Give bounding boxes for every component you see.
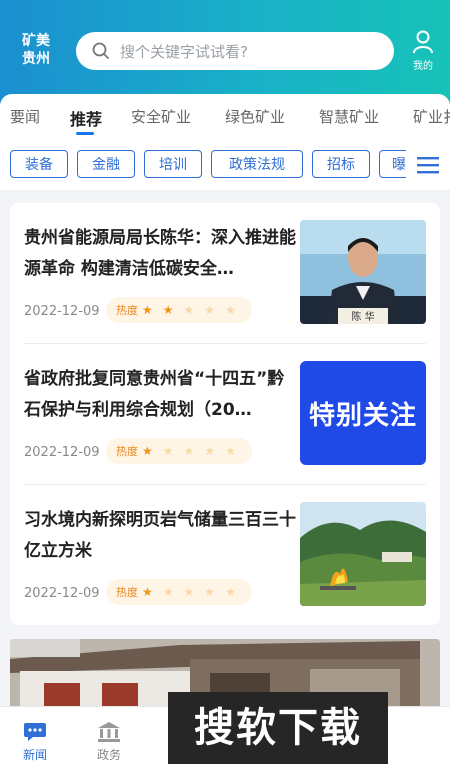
watermark-text: 搜软下载 <box>194 705 362 751</box>
user-icon <box>413 30 433 54</box>
heat-label: 热度 <box>116 304 138 317</box>
heat-label: 热度 <box>116 445 138 458</box>
news-title: 省政府批复同意贵州省“十四五”黔石保护与利用综合规划（20… <box>24 369 285 420</box>
star-icon: ★ <box>162 303 174 317</box>
government-building-icon <box>98 722 120 742</box>
star-icon: ★ <box>204 444 216 458</box>
topic-chips: 装备 金融 培训 政策法规 招标 曝 <box>0 140 450 190</box>
banner-text: 特别关注 <box>308 400 417 431</box>
nav-news-label: 新闻 <box>22 748 47 762</box>
star-icon: ★ <box>183 303 195 317</box>
tab-smart-mining[interactable]: 智慧矿业 <box>319 106 379 127</box>
app-header: 矿美 贵州 搜个关键字试试看? 我的 <box>0 0 450 104</box>
news-chat-icon <box>24 723 46 741</box>
star-icon: ★ <box>142 303 153 317</box>
app-logo[interactable]: 矿美 贵州 <box>14 32 58 68</box>
active-tab-indicator <box>76 132 94 135</box>
category-tabs: 要闻 推荐 安全矿业 绿色矿业 智慧矿业 矿业扌 <box>0 94 450 140</box>
chip-bidding[interactable]: 招标 <box>312 150 370 178</box>
heat-rating: 热度 ★ ★ ★ ★ ★ <box>106 579 252 605</box>
logo-line-2: 贵州 <box>22 51 50 67</box>
star-icon: ★ <box>183 444 195 458</box>
search-bar[interactable]: 搜个关键字试试看? <box>76 32 394 70</box>
heat-rating: 热度 ★ ★ ★ ★ ★ <box>106 438 252 464</box>
star-icon: ★ <box>183 585 195 599</box>
star-icon: ★ <box>162 585 174 599</box>
star-icon: ★ <box>225 444 236 458</box>
star-icon: ★ <box>225 303 236 317</box>
chip-training[interactable]: 培训 <box>144 150 202 178</box>
news-item[interactable]: 习水境内新探明页岩气储量三百三十亿立方米 2022-12-09 热度 ★ ★ ★ ★ ★ <box>10 485 440 625</box>
special-focus-banner: 特别关注 <box>300 361 426 465</box>
search-placeholder: 搜个关键字试试看? <box>120 42 248 61</box>
news-thumbnail <box>300 502 426 606</box>
star-icon: ★ <box>225 585 236 599</box>
logo-line-1: 矿美 <box>22 33 50 49</box>
tab-recommend[interactable]: 推荐 <box>70 106 102 130</box>
news-item[interactable]: 贵州省能源局局长陈华：深入推进能源革命 构建清洁低碳安全… 2022-12-09… <box>10 203 440 343</box>
search-icon <box>92 42 109 59</box>
news-date: 2022-12-09 <box>24 304 100 319</box>
news-title: 贵州省能源局局长陈华：深入推进能源革命 构建清洁低碳安全… <box>24 228 296 279</box>
star-icon: ★ <box>142 585 153 599</box>
news-feed: 贵州省能源局局长陈华：深入推进能源革命 构建清洁低碳安全… 2022-12-09… <box>10 203 440 625</box>
watermark-logo: 搜软下载 <box>168 692 388 764</box>
nav-government[interactable]: 政务 <box>84 721 134 763</box>
news-item[interactable]: 省政府批复同意贵州省“十四五”黔石保护与利用综合规划（20… 2022-12-0… <box>10 344 440 484</box>
news-date: 2022-12-09 <box>24 586 100 601</box>
heat-rating: 热度 ★ ★ ★ ★ ★ <box>106 297 252 323</box>
news-thumbnail: 陈 华 <box>300 220 426 324</box>
news-date: 2022-12-09 <box>24 445 100 460</box>
star-icon: ★ <box>204 303 216 317</box>
chip-finance[interactable]: 金融 <box>77 150 135 178</box>
menu-icon <box>417 157 439 174</box>
chip-policy[interactable]: 政策法规 <box>211 150 303 178</box>
nav-news[interactable]: 新闻 <box>10 721 60 763</box>
star-icon: ★ <box>204 585 216 599</box>
news-title: 习水境内新探明页岩气储量三百三十亿立方米 <box>24 510 296 561</box>
profile-button[interactable]: 我的 <box>406 30 440 72</box>
chip-equipment[interactable]: 装备 <box>10 150 68 178</box>
tab-green-mining[interactable]: 绿色矿业 <box>225 106 285 127</box>
tab-mining-more[interactable]: 矿业扌 <box>413 106 450 127</box>
nav-government-label: 政务 <box>96 748 121 762</box>
profile-label: 我的 <box>413 61 433 72</box>
tab-safe-mining[interactable]: 安全矿业 <box>131 106 191 127</box>
more-topics-button[interactable] <box>406 140 450 190</box>
tab-news[interactable]: 要闻 <box>10 106 40 127</box>
star-icon: ★ <box>162 444 174 458</box>
nameplate-text: 陈 华 <box>351 310 374 323</box>
heat-label: 热度 <box>116 586 138 599</box>
star-icon: ★ <box>142 444 153 458</box>
